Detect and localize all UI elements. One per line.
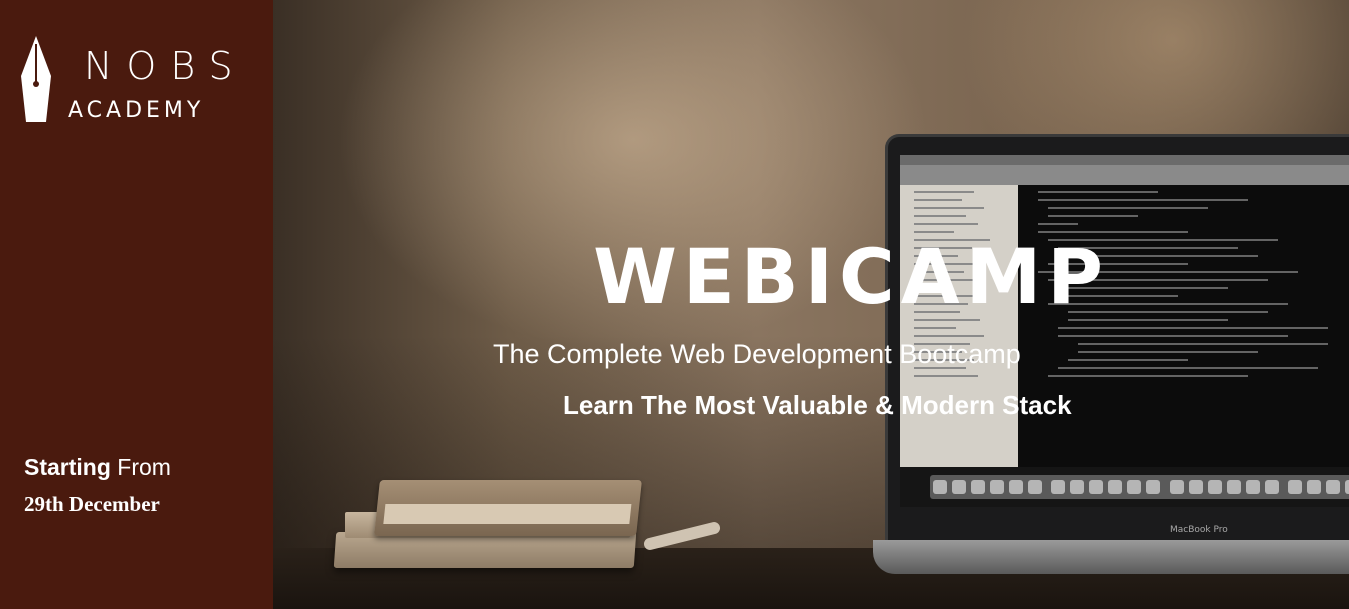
- book-stack-top: [374, 480, 642, 536]
- brand-panel: NOBS ACADEMY Starting From 29th December: [0, 0, 273, 609]
- starting-rest: From: [110, 454, 171, 480]
- laptop-screen: [900, 155, 1349, 507]
- logo-name-nobs: NOBS: [84, 44, 247, 88]
- file-tree: [900, 185, 1018, 467]
- hero-banner: MacBook Pro WEBICAMP The Complete Web De…: [273, 0, 1349, 609]
- laptop-base: [873, 540, 1349, 574]
- hero-title: WEBICAMP: [593, 232, 1109, 321]
- app-dock: [930, 475, 1349, 499]
- hero-tagline: Learn The Most Valuable & Modern Stack: [563, 390, 1072, 420]
- pen-nib-icon: [21, 36, 51, 122]
- starting-label: Starting From: [24, 454, 171, 481]
- nobs-academy-logo[interactable]: NOBS ACADEMY: [18, 36, 258, 136]
- laptop-brand-label: MacBook Pro: [1170, 525, 1228, 535]
- start-date: 29th December: [24, 492, 160, 516]
- hero-subtitle: The Complete Web Development Bootcamp: [493, 339, 1021, 369]
- code-editor: [1018, 185, 1349, 467]
- editor-menubar: [900, 155, 1349, 165]
- starting-bold: Starting: [24, 454, 111, 480]
- logo-name-academy: ACADEMY: [68, 98, 205, 123]
- editor-toolbar: [900, 165, 1349, 185]
